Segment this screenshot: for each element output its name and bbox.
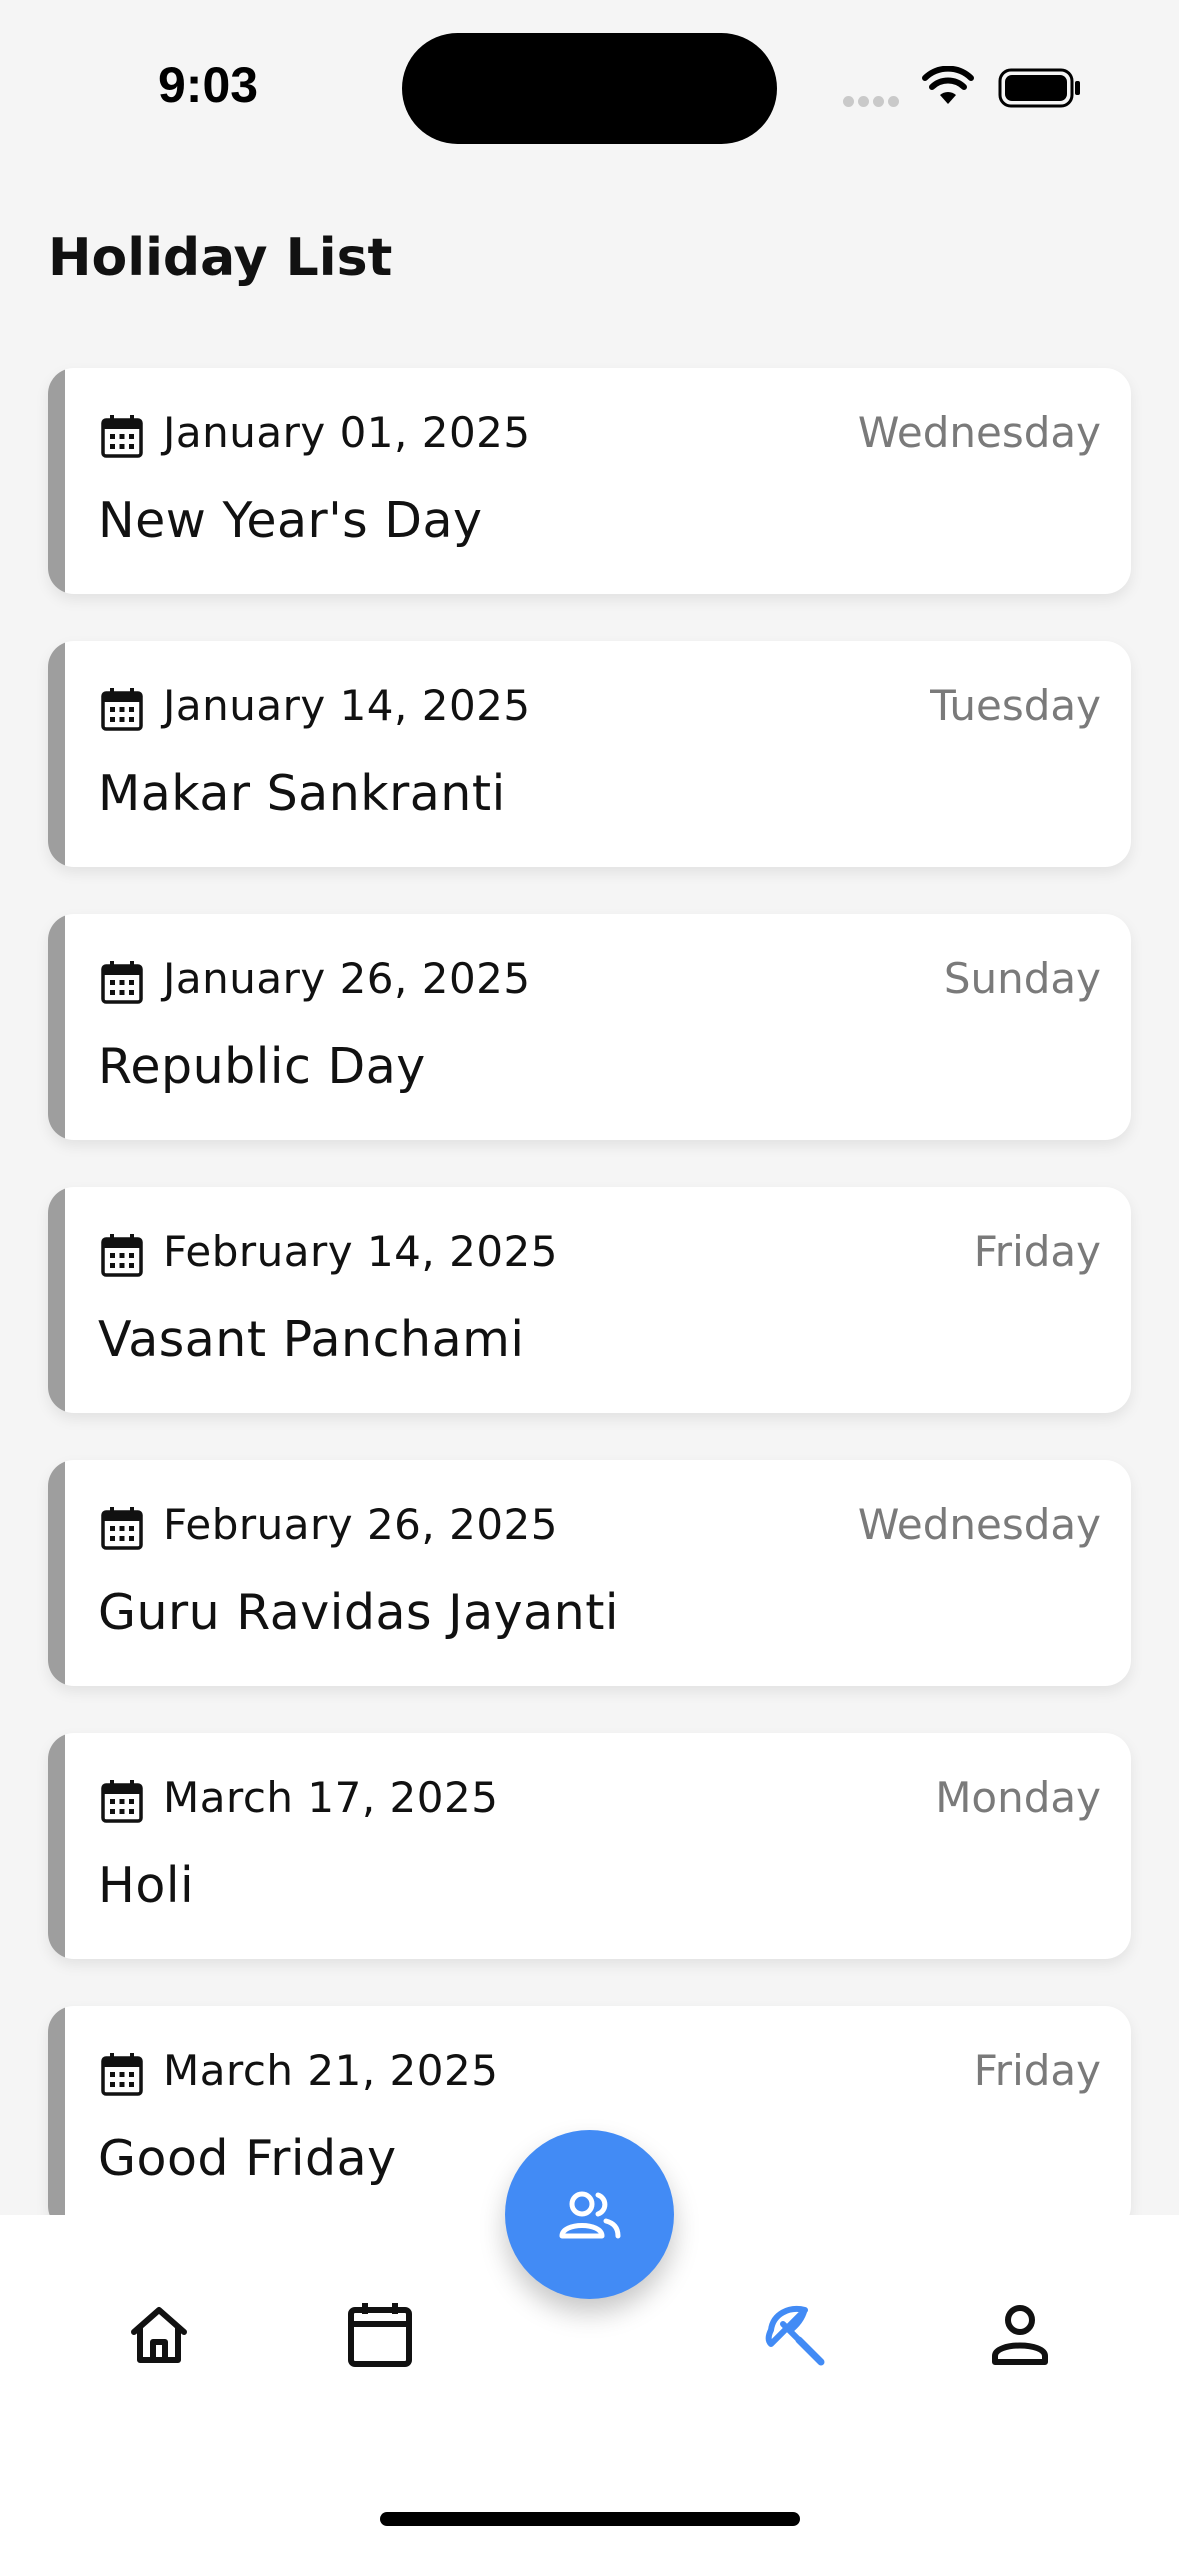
holiday-card[interactable]: March 17, 2025 Monday Holi xyxy=(48,1733,1131,1959)
holiday-weekday: Sunday xyxy=(943,954,1101,1003)
team-icon xyxy=(559,2191,620,2238)
holiday-weekday: Wednesday xyxy=(857,408,1101,457)
dynamic-island xyxy=(402,33,777,144)
profile-icon xyxy=(992,2305,1048,2365)
holiday-card[interactable]: February 26, 2025 Wednesday Guru Ravidas J… xyxy=(48,1460,1131,1686)
holiday-date: January 26, 2025 xyxy=(163,954,531,1003)
calendar-icon xyxy=(101,687,143,731)
calendar-icon xyxy=(101,1506,143,1550)
holiday-name: Makar Sankranti xyxy=(98,765,506,822)
holiday-date: January 14, 2025 xyxy=(163,681,531,730)
nav-holidays-button[interactable] xyxy=(763,2300,833,2370)
home-icon xyxy=(131,2307,187,2363)
nav-home-button[interactable] xyxy=(124,2300,194,2370)
calendar-icon xyxy=(101,2052,143,2096)
wifi-icon xyxy=(922,65,974,110)
umbrella-beach-icon xyxy=(765,2306,825,2366)
battery-icon xyxy=(998,68,1082,112)
holiday-date: January 01, 2025 xyxy=(163,408,531,457)
holiday-name: Good Friday xyxy=(98,2130,397,2187)
nav-profile-button[interactable] xyxy=(985,2300,1055,2370)
holiday-weekday: Tuesday xyxy=(930,681,1101,730)
calendar-icon xyxy=(101,414,143,458)
holiday-date: February 14, 2025 xyxy=(163,1227,558,1276)
holiday-weekday: Monday xyxy=(935,1773,1101,1822)
holiday-name: Republic Day xyxy=(98,1038,426,1095)
team-fab-button[interactable] xyxy=(505,2130,674,2299)
holiday-card[interactable]: January 01, 2025 Wednesday New Year's Day xyxy=(48,368,1131,594)
holiday-name: Vasant Panchami xyxy=(98,1311,525,1368)
calendar-icon xyxy=(101,1233,143,1277)
holiday-list: January 01, 2025 Wednesday New Year's Day J… xyxy=(48,368,1131,2279)
holiday-weekday: Friday xyxy=(973,1227,1101,1276)
holiday-card[interactable]: February 14, 2025 Friday Vasant Panchami xyxy=(48,1187,1131,1413)
holiday-date: March 17, 2025 xyxy=(163,1773,499,1822)
holiday-date: March 21, 2025 xyxy=(163,2046,499,2095)
calendar-icon xyxy=(101,960,143,1004)
nav-calendar-button[interactable] xyxy=(345,2300,415,2370)
holiday-name: Guru Ravidas Jayanti xyxy=(98,1584,620,1641)
calendar-icon xyxy=(348,2303,412,2367)
holiday-name: Holi xyxy=(98,1857,195,1914)
status-bar: 9:03 xyxy=(0,0,1179,180)
holiday-card[interactable]: January 26, 2025 Sunday Republic Day xyxy=(48,914,1131,1140)
home-indicator xyxy=(380,2512,800,2526)
holiday-weekday: Wednesday xyxy=(857,1500,1101,1549)
page-title: Holiday List xyxy=(48,228,393,288)
holiday-card[interactable]: January 14, 2025 Tuesday Makar Sankranti xyxy=(48,641,1131,867)
holiday-date: February 26, 2025 xyxy=(163,1500,558,1549)
holiday-weekday: Friday xyxy=(973,2046,1101,2095)
calendar-icon xyxy=(101,1779,143,1823)
holiday-name: New Year's Day xyxy=(98,492,483,549)
cellular-signal-icon xyxy=(843,92,903,111)
status-time: 9:03 xyxy=(158,57,259,113)
